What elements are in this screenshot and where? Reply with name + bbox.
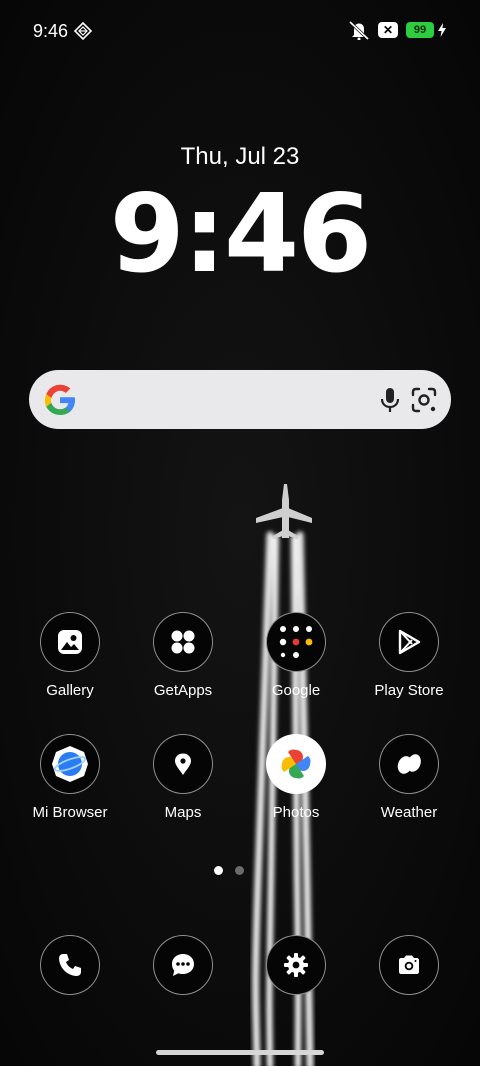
- messages-icon: [153, 935, 213, 995]
- app-play-store[interactable]: Play Store: [354, 612, 464, 699]
- google-logo-icon: [44, 384, 75, 415]
- play-store-icon: [379, 612, 439, 672]
- dock-settings[interactable]: [241, 935, 351, 995]
- weather-icon: [379, 734, 439, 794]
- app-label-maps: Maps: [164, 804, 202, 821]
- folder-google[interactable]: Google: [241, 612, 351, 699]
- phone-icon: [40, 935, 100, 995]
- app-label-play-store: Play Store: [374, 682, 444, 699]
- app-label-weather: Weather: [380, 804, 438, 821]
- app-weather[interactable]: Weather: [354, 734, 464, 821]
- page-dot-2[interactable]: [235, 866, 244, 875]
- microphone-icon[interactable]: [376, 385, 404, 415]
- settings-icon: [266, 935, 326, 995]
- app-label-google: Google: [271, 682, 321, 699]
- lock-date: Thu, Jul 23: [180, 143, 300, 170]
- app-gallery[interactable]: Gallery: [15, 612, 125, 699]
- close-notification-icon: ✕: [378, 22, 398, 38]
- status-time: 9:46: [33, 21, 69, 41]
- dock-messages[interactable]: [128, 935, 238, 995]
- battery-icon: 99: [406, 22, 434, 38]
- gallery-icon: [40, 612, 100, 672]
- status-bar: 9:46 ✕ 99: [0, 0, 480, 62]
- app-getapps[interactable]: GetApps: [128, 612, 238, 699]
- app-mi-browser[interactable]: Mi Browser: [15, 734, 125, 821]
- maps-icon: [153, 734, 213, 794]
- lock-clock[interactable]: 9:46: [0, 172, 480, 297]
- dock-camera[interactable]: [354, 935, 464, 995]
- app-label-getapps: GetApps: [153, 682, 213, 699]
- dock-phone[interactable]: [15, 935, 125, 995]
- mute-icon: [348, 20, 370, 40]
- google-folder-icon: [266, 612, 326, 672]
- google-lens-icon[interactable]: [407, 383, 441, 417]
- mi-browser-icon: [40, 734, 100, 794]
- app-maps[interactable]: Maps: [128, 734, 238, 821]
- camera-icon: [379, 935, 439, 995]
- charging-bolt-icon: [438, 23, 446, 37]
- gesture-nav-bar[interactable]: [156, 1050, 324, 1055]
- app-label-gallery: Gallery: [46, 682, 94, 699]
- photos-icon: [266, 734, 326, 794]
- google-search-bar[interactable]: [29, 370, 451, 429]
- app-label-mi-browser: Mi Browser: [32, 804, 108, 821]
- battery-level: 99: [413, 24, 427, 36]
- getapps-icon: [153, 612, 213, 672]
- page-dot-1[interactable]: [214, 866, 223, 875]
- app-label-photos: Photos: [272, 804, 320, 821]
- app-photos[interactable]: Photos: [241, 734, 351, 821]
- cast-diamond-icon: [74, 22, 92, 40]
